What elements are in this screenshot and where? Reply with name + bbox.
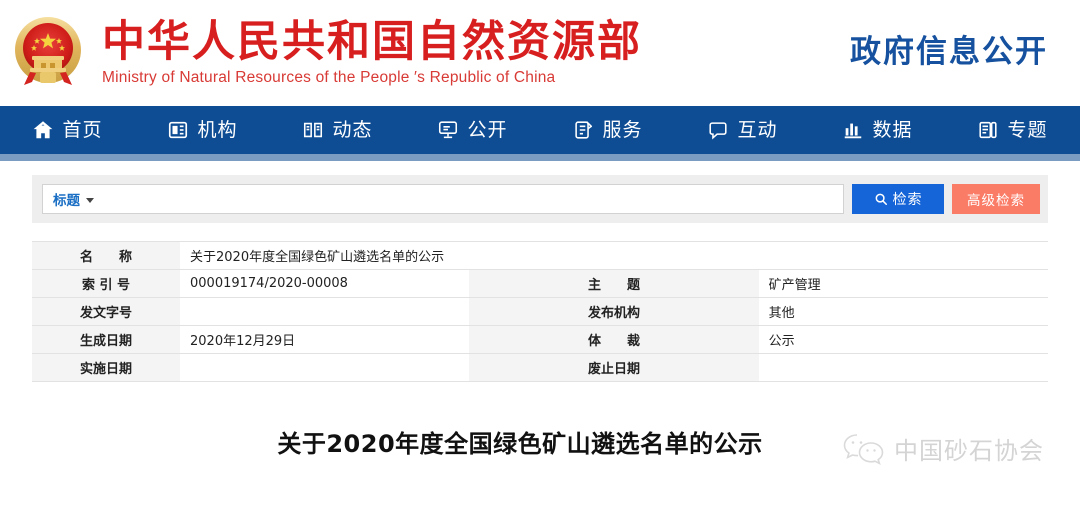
nav-item-label: 专题 [1007,118,1048,141]
metadata-label-created-date: 生成日期 [32,325,180,354]
nav-item-topic[interactable]: 专题 [945,106,1080,154]
document-title: 关于2020年度全国绿色矿山遴选名单的公示 [277,430,763,458]
table-row: 发文字号 发布机构 其他 [32,297,1048,326]
metadata-value-effective-date [180,353,470,382]
organization-icon [167,119,189,141]
metadata-value-name: 关于2020年度全国绿色矿山遴选名单的公示 [180,241,1048,270]
advanced-search-button[interactable]: 高级检索 [952,184,1040,214]
metadata-label-repeal-date: 废止日期 [469,353,759,382]
site-header: 中华人民共和国自然资源部 Ministry of Natural Resourc… [0,0,1080,106]
table-row: 生成日期 2020年12月29日 体 裁 公示 [32,325,1048,354]
search-section: 标题 检索 高级检索 [0,161,1080,223]
disclosure-monitor-icon [437,119,459,141]
search-icon [874,192,888,206]
metadata-value-publisher: 其他 [758,297,1048,326]
nav-item-service[interactable]: 服务 [540,106,675,154]
nav-item-label: 机构 [197,118,238,141]
main-navigation: 首页 机构 动态 公开 服务 互动 数据 专题 [0,106,1080,154]
advanced-search-label: 高级检索 [967,193,1025,209]
metadata-value-index: 000019174/2020-00008 [180,269,470,298]
topic-book-icon [977,119,999,141]
nav-item-label: 首页 [62,118,103,141]
home-icon [32,119,54,141]
data-bar-chart-icon [842,119,864,141]
table-row: 索 引 号 000019174/2020-00008 主 题 矿产管理 [32,269,1048,298]
search-category-label[interactable]: 标题 [53,189,80,209]
search-input-box[interactable]: 标题 [42,184,844,214]
metadata-label-index: 索 引 号 [32,269,180,298]
metadata-value-doc-number [180,297,470,326]
nav-item-label: 公开 [467,118,508,141]
gov-information-disclosure-title: 政府信息公开 [850,34,1048,70]
nav-item-news[interactable]: 动态 [270,106,405,154]
search-input[interactable] [98,190,833,208]
nav-item-data[interactable]: 数据 [810,106,945,154]
search-button[interactable]: 检索 [852,184,944,214]
news-book-icon [302,119,324,141]
nav-item-label: 互动 [737,118,778,141]
metadata-label-publisher: 发布机构 [469,297,759,326]
brand-title-cn: 中华人民共和国自然资源部 [102,16,642,67]
metadata-label-doc-number: 发文字号 [32,297,180,326]
metadata-value-created-date: 2020年12月29日 [180,325,470,354]
metadata-value-subject: 矿产管理 [758,269,1048,298]
metadata-label-name: 名 称 [32,241,180,270]
search-panel: 标题 检索 高级检索 [32,175,1048,223]
document-metadata-section: 名 称 关于2020年度全国绿色矿山遴选名单的公示 索 引 号 00001917… [0,223,1080,382]
service-clipboard-icon [572,119,594,141]
nav-item-disclosure[interactable]: 公开 [405,106,540,154]
nav-item-organization[interactable]: 机构 [135,106,270,154]
table-row: 实施日期 废止日期 [32,353,1048,382]
search-button-label: 检索 [892,192,923,208]
nav-underline [0,154,1080,161]
table-row: 名 称 关于2020年度全国绿色矿山遴选名单的公示 [32,241,1048,270]
national-emblem-icon [10,13,86,93]
metadata-value-repeal-date [758,353,1048,382]
chevron-down-icon[interactable] [86,197,94,203]
brand-block: 中华人民共和国自然资源部 Ministry of Natural Resourc… [102,16,642,87]
document-metadata-table: 名 称 关于2020年度全国绿色矿山遴选名单的公示 索 引 号 00001917… [32,241,1048,382]
nav-item-home[interactable]: 首页 [0,106,135,154]
nav-item-interaction[interactable]: 互动 [675,106,810,154]
metadata-label-subject: 主 题 [469,269,759,298]
nav-item-label: 动态 [332,118,373,141]
metadata-label-genre: 体 裁 [469,325,759,354]
nav-item-label: 服务 [602,118,643,141]
nav-item-label: 数据 [872,118,913,141]
metadata-value-genre: 公示 [758,325,1048,354]
interaction-chat-icon [707,119,729,141]
metadata-label-effective-date: 实施日期 [32,353,180,382]
brand-title-en: Ministry of Natural Resources of the Peo… [102,69,556,87]
